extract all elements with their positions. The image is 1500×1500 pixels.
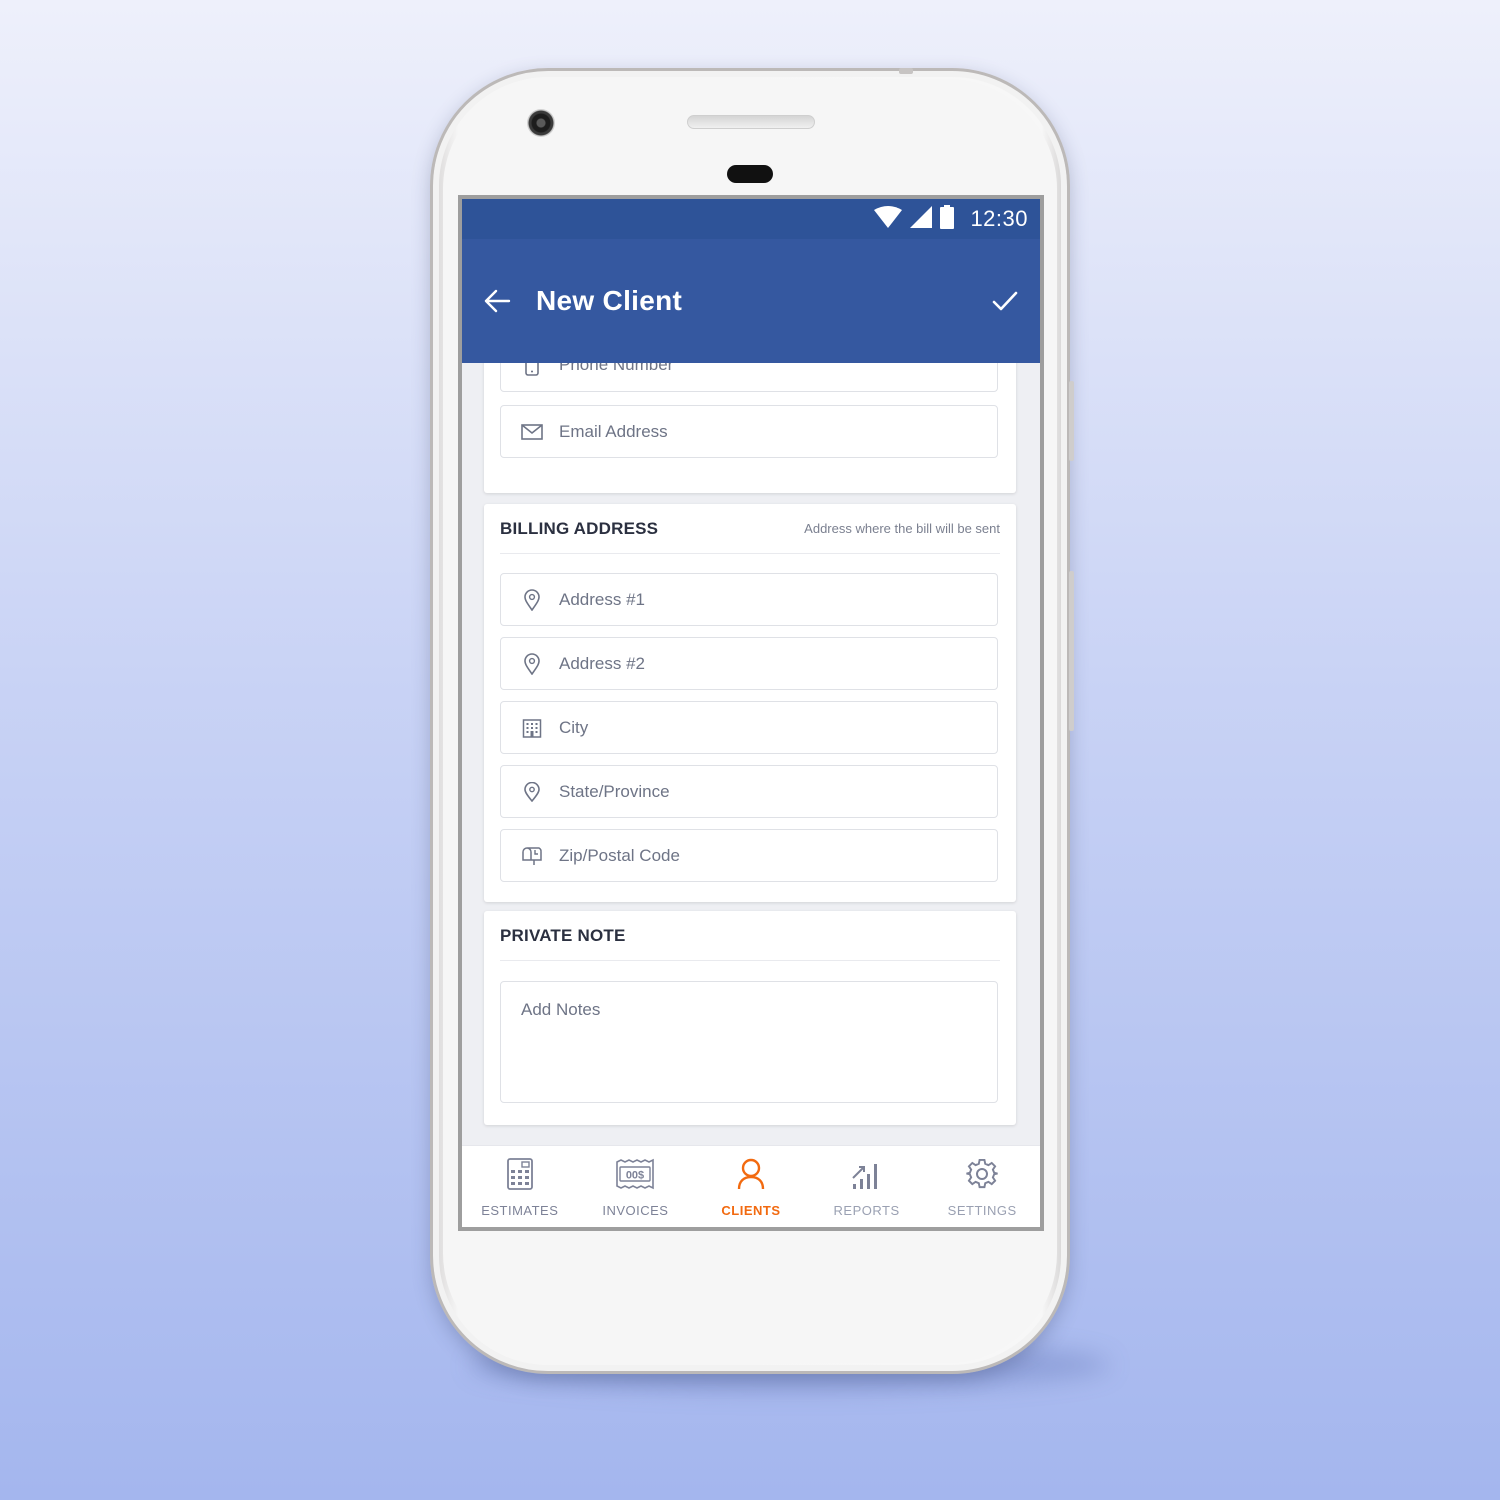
bar-chart-icon	[851, 1158, 883, 1195]
top-edge-button	[899, 68, 913, 74]
battery-icon	[940, 204, 955, 234]
billing-subtitle: Address where the bill will be sent	[804, 521, 1000, 536]
location-pin-icon	[521, 781, 543, 803]
state-province-placeholder: State/Province	[559, 781, 670, 801]
back-arrow-icon[interactable]	[482, 286, 512, 316]
phone-icon	[521, 363, 543, 376]
email-address-field[interactable]: Email Address	[500, 405, 998, 458]
city-field[interactable]: City	[500, 701, 998, 754]
invoice-icon-text: 00$	[626, 1170, 644, 1182]
nav-estimates-label: ESTIMATES	[481, 1203, 559, 1218]
zip-postal-code-field[interactable]: Zip/Postal Code	[500, 829, 998, 882]
wifi-icon	[874, 205, 903, 233]
billing-section-header: BILLING ADDRESS Address where the bill w…	[500, 504, 1000, 554]
address-1-field[interactable]: Address #1	[500, 573, 998, 626]
private-note-title: PRIVATE NOTE	[500, 925, 626, 945]
status-time: 12:30	[970, 206, 1028, 231]
nav-settings-label: SETTINGS	[947, 1203, 1017, 1218]
nav-invoices[interactable]: 00$ INVOICES	[578, 1146, 694, 1227]
form-content[interactable]: Phone Number Email Address BILLING ADDRE…	[462, 363, 1040, 1145]
state-province-field[interactable]: State/Province	[500, 765, 998, 818]
power-button	[1069, 571, 1074, 731]
nav-invoices-label: INVOICES	[602, 1203, 669, 1218]
nav-clients[interactable]: CLIENTS	[693, 1146, 809, 1227]
phone-screen: 12:30 New Client Phone Number Email Addr…	[458, 195, 1044, 1231]
private-note-card: PRIVATE NOTE Add Notes	[484, 911, 1016, 1125]
location-pin-icon	[521, 652, 543, 675]
cell-signal-icon	[910, 205, 933, 233]
front-camera	[527, 109, 555, 137]
app-bar: New Client	[462, 239, 1040, 363]
phone-number-placeholder: Phone Number	[559, 363, 674, 374]
phone-number-field[interactable]: Phone Number	[500, 363, 998, 392]
person-icon	[737, 1158, 765, 1195]
nav-estimates[interactable]: ESTIMATES	[462, 1146, 578, 1227]
phone-frame: 12:30 New Client Phone Number Email Addr…	[430, 68, 1074, 1374]
page-title: New Client	[536, 285, 683, 316]
status-bar: 12:30	[462, 199, 1040, 239]
proximity-sensor	[727, 165, 773, 183]
billing-address-card: BILLING ADDRESS Address where the bill w…	[484, 504, 1016, 902]
invoice-icon: 00$	[615, 1158, 655, 1195]
mailbox-icon	[521, 845, 543, 867]
zip-postal-code-placeholder: Zip/Postal Code	[559, 845, 680, 865]
address-1-placeholder: Address #1	[559, 589, 645, 609]
email-address-placeholder: Email Address	[559, 421, 668, 441]
gear-icon	[966, 1158, 998, 1195]
address-2-field[interactable]: Address #2	[500, 637, 998, 690]
calculator-icon	[506, 1158, 533, 1195]
nav-reports-label: REPORTS	[833, 1203, 900, 1218]
contact-card: Phone Number Email Address	[484, 363, 1016, 493]
notes-placeholder: Add Notes	[521, 1000, 601, 1019]
bottom-navigation: ESTIMATES 00$ INVOICES CLIENTS REPORTS S…	[462, 1145, 1040, 1227]
location-pin-icon	[521, 588, 543, 611]
nav-clients-label: CLIENTS	[721, 1203, 781, 1218]
building-icon	[521, 717, 543, 739]
billing-title: BILLING ADDRESS	[500, 518, 659, 538]
private-note-header: PRIVATE NOTE	[500, 911, 1000, 961]
mail-icon	[521, 421, 543, 443]
earpiece-speaker	[687, 115, 815, 129]
city-placeholder: City	[559, 717, 589, 737]
address-2-placeholder: Address #2	[559, 653, 645, 673]
checkmark-icon[interactable]	[992, 290, 1018, 312]
nav-settings[interactable]: SETTINGS	[924, 1146, 1040, 1227]
nav-reports[interactable]: REPORTS	[809, 1146, 925, 1227]
notes-textarea[interactable]: Add Notes	[500, 981, 998, 1103]
volume-button	[1069, 381, 1074, 461]
